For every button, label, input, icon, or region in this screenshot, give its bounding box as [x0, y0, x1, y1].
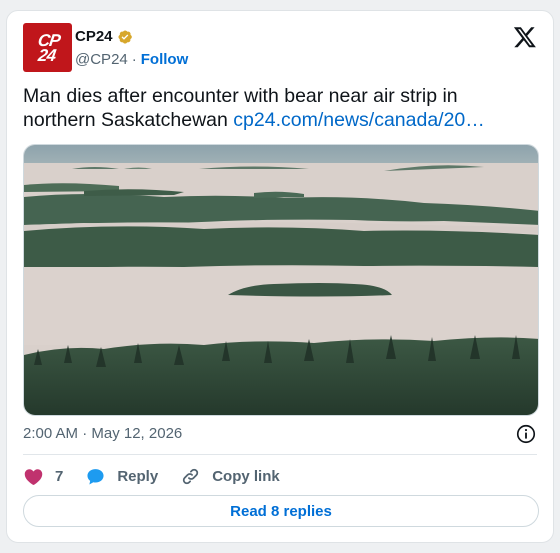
- follow-button[interactable]: Follow: [141, 51, 189, 68]
- separator: ·: [131, 51, 137, 68]
- reply-label: Reply: [117, 467, 159, 485]
- copy-link-label: Copy link: [212, 467, 280, 485]
- divider: [23, 454, 537, 455]
- copy-link-button[interactable]: Copy link: [180, 466, 280, 487]
- tweet-link[interactable]: cp24.com/news/canada/20…: [233, 109, 484, 131]
- handle-row: @CP24 · Follow: [75, 51, 188, 68]
- tweet-card: CP 24 CP24 @CP24 · Follow Man dies after…: [6, 10, 554, 543]
- action-bar: 7 Reply Copy link: [23, 464, 302, 488]
- tweet-text: Man dies after encounter with bear near …: [23, 84, 523, 132]
- timestamp[interactable]: 2:00 AM · May 12, 2026: [23, 425, 182, 442]
- lake-landscape-image: [24, 145, 538, 415]
- read-replies-button[interactable]: Read 8 replies: [23, 495, 539, 527]
- x-logo-icon[interactable]: [513, 25, 537, 49]
- reply-bubble-icon: [87, 468, 104, 485]
- author-name-row: CP24: [75, 28, 133, 45]
- like-button[interactable]: 7: [23, 466, 63, 487]
- display-name[interactable]: CP24: [75, 28, 113, 45]
- avatar-logo: CP 24: [36, 30, 61, 65]
- avatar[interactable]: CP 24: [23, 23, 72, 72]
- tweet-photo[interactable]: [23, 144, 539, 416]
- like-count: 7: [55, 467, 64, 485]
- reply-button[interactable]: Reply: [85, 466, 158, 487]
- link-icon: [183, 468, 199, 484]
- handle[interactable]: @CP24: [75, 51, 128, 68]
- verified-badge-icon: [117, 29, 133, 45]
- heart-icon: [24, 468, 43, 485]
- info-icon[interactable]: [515, 423, 537, 445]
